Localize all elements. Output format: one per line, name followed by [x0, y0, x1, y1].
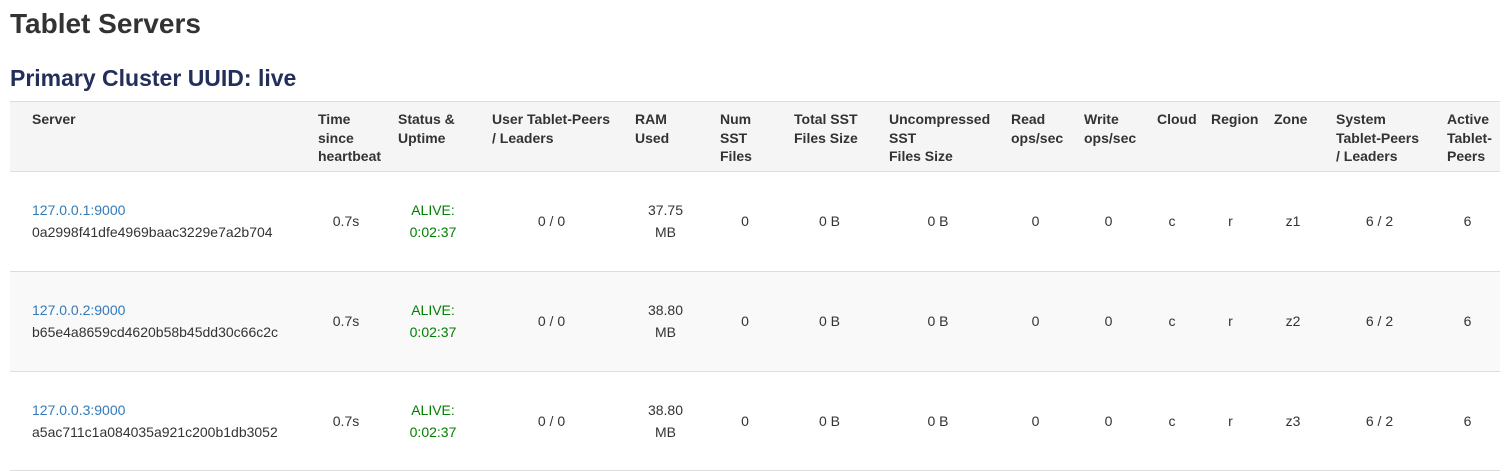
- read-ops-cell: 0: [999, 172, 1072, 272]
- status-uptime-cell: ALIVE: 0:02:37: [386, 271, 480, 371]
- column-header-label: Read ops/sec: [1011, 110, 1063, 146]
- table-row: 127.0.0.2:9000 b65e4a8659cd4620b58b45dd3…: [10, 271, 1500, 371]
- uptime-value: 0:02:37: [390, 421, 476, 443]
- tablet-servers-table: Server Time since heartbeat Status & Upt…: [10, 101, 1500, 471]
- ram-used-value: 37.75 MB: [644, 199, 688, 244]
- column-header-cloud: Cloud: [1145, 102, 1199, 172]
- column-header-label: Time since heartbeat: [318, 110, 382, 165]
- column-header-write-ops: Write ops/sec: [1072, 102, 1145, 172]
- server-address-link[interactable]: 127.0.0.3:9000: [32, 402, 125, 418]
- column-header-status-uptime: Status & Uptime: [386, 102, 480, 172]
- column-header-label: Active Tablet- Peers: [1447, 110, 1492, 165]
- system-tablet-peers-cell: 6 / 2: [1324, 371, 1435, 471]
- cloud-cell: c: [1145, 371, 1199, 471]
- status-uptime-cell: ALIVE: 0:02:37: [386, 172, 480, 272]
- column-header-label: Region: [1211, 110, 1258, 128]
- heartbeat-cell: 0.7s: [306, 172, 386, 272]
- server-cell: 127.0.0.1:9000 0a2998f41dfe4969baac3229e…: [10, 172, 306, 272]
- column-header-label: Write ops/sec: [1084, 110, 1136, 146]
- server-cell: 127.0.0.2:9000 b65e4a8659cd4620b58b45dd3…: [10, 271, 306, 371]
- column-header-label: User Tablet-Peers / Leaders: [492, 110, 610, 146]
- column-header-label: Zone: [1274, 110, 1307, 128]
- read-ops-cell: 0: [999, 271, 1072, 371]
- uptime-value: 0:02:37: [390, 221, 476, 243]
- uncompressed-sst-size-cell: 0 B: [877, 371, 999, 471]
- column-header-label: Total SST Files Size: [794, 110, 858, 146]
- write-ops-cell: 0: [1072, 271, 1145, 371]
- column-header-user-tablet-peers: User Tablet-Peers / Leaders: [480, 102, 623, 172]
- column-header-label: Num SST Files: [720, 110, 752, 165]
- ram-used-value: 38.80 MB: [644, 299, 688, 344]
- column-header-label: Cloud: [1157, 110, 1197, 128]
- ram-used-cell: 38.80 MB: [623, 271, 708, 371]
- server-uuid: b65e4a8659cd4620b58b45dd30c66c2c: [32, 321, 302, 343]
- column-header-total-sst-files-size: Total SST Files Size: [782, 102, 877, 172]
- write-ops-cell: 0: [1072, 371, 1145, 471]
- uptime-value: 0:02:37: [390, 321, 476, 343]
- table-header: Server Time since heartbeat Status & Upt…: [10, 102, 1500, 172]
- region-cell: r: [1199, 271, 1262, 371]
- column-header-region: Region: [1199, 102, 1262, 172]
- server-uuid: a5ac711c1a084035a921c200b1db3052: [32, 421, 302, 443]
- user-tablet-peers-cell: 0 / 0: [480, 371, 623, 471]
- status-badge: ALIVE:: [390, 199, 476, 221]
- server-uuid: 0a2998f41dfe4969baac3229e7a2b704: [32, 221, 302, 243]
- total-sst-size-cell: 0 B: [782, 271, 877, 371]
- column-header-zone: Zone: [1262, 102, 1324, 172]
- status-badge: ALIVE:: [390, 299, 476, 321]
- server-address-link[interactable]: 127.0.0.1:9000: [32, 202, 125, 218]
- ram-used-value: 38.80 MB: [644, 399, 688, 444]
- zone-cell: z1: [1262, 172, 1324, 272]
- region-cell: r: [1199, 172, 1262, 272]
- server-address-link[interactable]: 127.0.0.2:9000: [32, 302, 125, 318]
- num-sst-files-cell: 0: [708, 271, 782, 371]
- header-row: Server Time since heartbeat Status & Upt…: [10, 102, 1500, 172]
- cluster-uuid-heading: Primary Cluster UUID: live: [10, 66, 1500, 91]
- uncompressed-sst-size-cell: 0 B: [877, 271, 999, 371]
- uncompressed-sst-size-cell: 0 B: [877, 172, 999, 272]
- page-title: Tablet Servers: [10, 8, 1500, 40]
- system-tablet-peers-cell: 6 / 2: [1324, 271, 1435, 371]
- column-header-label: Status & Uptime: [398, 110, 455, 146]
- user-tablet-peers-cell: 0 / 0: [480, 172, 623, 272]
- table-row: 127.0.0.3:9000 a5ac711c1a084035a921c200b…: [10, 371, 1500, 471]
- column-header-uncompressed-sst-files-size: Uncompressed SST Files Size: [877, 102, 999, 172]
- column-header-ram-used: RAM Used: [623, 102, 708, 172]
- read-ops-cell: 0: [999, 371, 1072, 471]
- column-header-label: RAM Used: [635, 110, 704, 146]
- column-header-read-ops: Read ops/sec: [999, 102, 1072, 172]
- user-tablet-peers-cell: 0 / 0: [480, 271, 623, 371]
- status-badge: ALIVE:: [390, 399, 476, 421]
- total-sst-size-cell: 0 B: [782, 371, 877, 471]
- cloud-cell: c: [1145, 172, 1199, 272]
- heartbeat-cell: 0.7s: [306, 371, 386, 471]
- system-tablet-peers-cell: 6 / 2: [1324, 172, 1435, 272]
- server-cell: 127.0.0.3:9000 a5ac711c1a084035a921c200b…: [10, 371, 306, 471]
- active-tablet-peers-cell: 6: [1435, 172, 1500, 272]
- table-body: 127.0.0.1:9000 0a2998f41dfe4969baac3229e…: [10, 172, 1500, 471]
- region-cell: r: [1199, 371, 1262, 471]
- column-header-num-sst-files: Num SST Files: [708, 102, 782, 172]
- table-row: 127.0.0.1:9000 0a2998f41dfe4969baac3229e…: [10, 172, 1500, 272]
- num-sst-files-cell: 0: [708, 172, 782, 272]
- ram-used-cell: 38.80 MB: [623, 371, 708, 471]
- column-header-label: Uncompressed SST Files Size: [889, 110, 990, 165]
- status-uptime-cell: ALIVE: 0:02:37: [386, 371, 480, 471]
- column-header-label: System Tablet-Peers / Leaders: [1336, 110, 1419, 165]
- active-tablet-peers-cell: 6: [1435, 271, 1500, 371]
- write-ops-cell: 0: [1072, 172, 1145, 272]
- heartbeat-cell: 0.7s: [306, 271, 386, 371]
- column-header-server: Server: [10, 102, 306, 172]
- column-header-time-since-heartbeat: Time since heartbeat: [306, 102, 386, 172]
- total-sst-size-cell: 0 B: [782, 172, 877, 272]
- num-sst-files-cell: 0: [708, 371, 782, 471]
- column-header-active-tablet-peers: Active Tablet- Peers: [1435, 102, 1500, 172]
- active-tablet-peers-cell: 6: [1435, 371, 1500, 471]
- ram-used-cell: 37.75 MB: [623, 172, 708, 272]
- column-header-label: Server: [32, 110, 76, 128]
- zone-cell: z3: [1262, 371, 1324, 471]
- column-header-system-tablet-peers: System Tablet-Peers / Leaders: [1324, 102, 1435, 172]
- zone-cell: z2: [1262, 271, 1324, 371]
- cloud-cell: c: [1145, 271, 1199, 371]
